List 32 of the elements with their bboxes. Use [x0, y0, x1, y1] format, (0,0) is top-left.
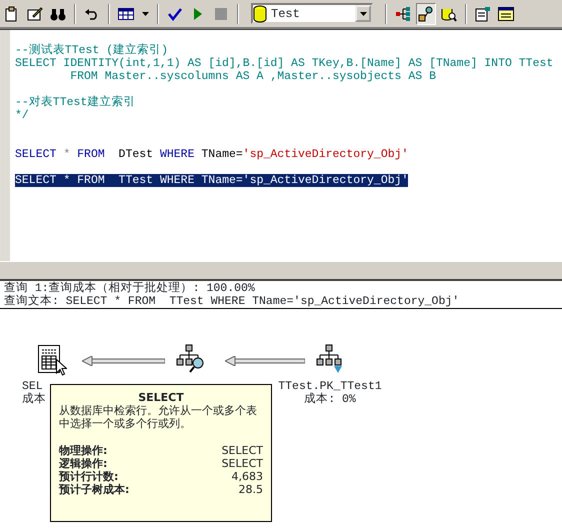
query-cost-text: 查询 1:查询成本（相对于批处理）: 100.00% [4, 282, 256, 295]
code-line: --测试表TTest (建立索引) [15, 44, 168, 57]
tooltip-description: 从数据库中检索行。允许从一个或多个表中选择一个或多个行或列。 [59, 404, 258, 430]
caret-icon[interactable] [355, 5, 371, 22]
property-value: SELECT [222, 457, 263, 470]
code-line: SELECT IDENTITY(int,1,1) AS [id],B.[id] AS TKey,B.[Name] AS [TName] INTO TTest [15, 57, 554, 70]
plan-icon[interactable] [416, 2, 436, 24]
horizontal-scrollbar[interactable] [0, 261, 562, 275]
operator-name: TTest.PK_TTest1 [278, 380, 382, 393]
code-line: SELECT * FROM DTest WHERE TName='sp_ActiveDirectory_Obj' [15, 148, 408, 161]
property-label: 逻辑操作: [59, 457, 108, 470]
bookmark-lookup-icon[interactable] [176, 344, 204, 374]
splitter[interactable] [0, 275, 562, 281]
operator-cost: 成本: 0% [304, 393, 356, 406]
property-label: 预计子树成本: [59, 483, 130, 496]
property-label: 预计行计数: [59, 470, 118, 483]
query-text: 查询文本: SELECT * FROM TTest WHERE TName='sp_ActiveDirectory_Obj' [4, 295, 460, 308]
index-scan-icon[interactable] [316, 344, 344, 374]
code-line: --对表TTest建立索引 [15, 96, 136, 109]
property-label: 物理操作: [59, 444, 108, 457]
mouse-pointer-icon [56, 359, 67, 376]
property-value: 28.5 [238, 483, 263, 496]
property-value: SELECT [222, 444, 263, 457]
property-value: 4,683 [232, 470, 263, 483]
database-value: Test [270, 6, 301, 22]
database-icon [253, 4, 267, 22]
tooltip-title: SELECT [137, 391, 185, 404]
operator-name: SEL [22, 380, 43, 393]
code-line: */ [15, 109, 29, 122]
operator-cost: 成本 [22, 393, 46, 406]
database-dropdown[interactable]: Test [251, 3, 373, 24]
code-line: FROM Master..syscolumns AS A ,Master..sysobjects AS B [69, 70, 436, 83]
